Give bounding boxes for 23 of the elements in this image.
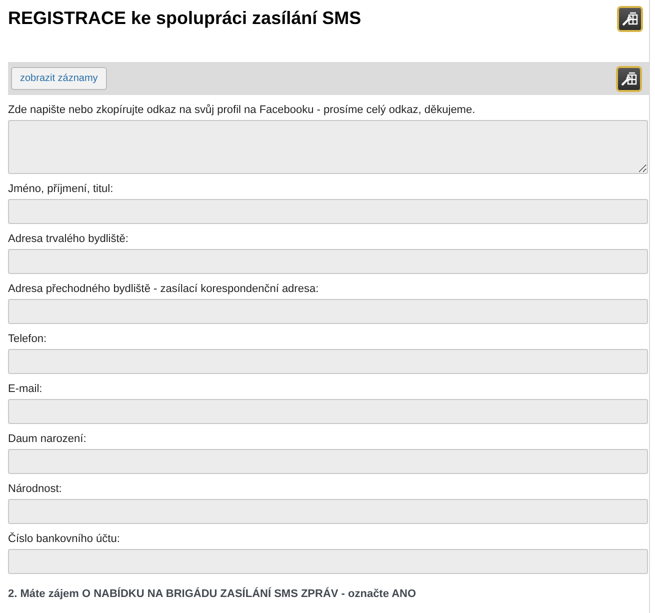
show-records-button[interactable]: zobrazit záznamy bbox=[11, 67, 107, 90]
input-field[interactable] bbox=[8, 199, 648, 224]
field-label: Daum narození: bbox=[8, 433, 88, 446]
field-label: Telefon: bbox=[8, 333, 48, 346]
field-label: Adresa přechodného bydliště - zasílací korespondenční adresa: bbox=[8, 283, 320, 296]
field-label: Zde napište nebo zkopírujte odkaz na svůj profil na Facebooku - prosíme celý odkaz, děkujeme. bbox=[8, 104, 476, 117]
input-field[interactable] bbox=[8, 349, 648, 374]
field-label: Adresa trvalého bydliště: bbox=[8, 233, 130, 246]
tools-button[interactable] bbox=[616, 66, 642, 92]
text-area[interactable] bbox=[8, 120, 648, 174]
input-field[interactable] bbox=[8, 549, 648, 574]
input-field[interactable] bbox=[8, 499, 648, 524]
input-field[interactable] bbox=[8, 399, 648, 424]
field-label: Národnost: bbox=[8, 483, 63, 496]
section-heading: 2. Máte zájem O NABÍDKU NA BRIGÁDU ZASÍLÁNÍ SMS ZPRÁV - označte ANO bbox=[8, 588, 418, 601]
input-field[interactable] bbox=[8, 299, 648, 324]
field-label: Jméno, příjmení, titul: bbox=[8, 183, 114, 196]
tools-button[interactable] bbox=[617, 6, 643, 32]
page-title: REGISTRACE ke spolupráci zasílání SMS bbox=[8, 8, 362, 29]
field-label: Číslo bankovního účtu: bbox=[8, 533, 121, 546]
input-field[interactable] bbox=[8, 249, 648, 274]
input-field[interactable] bbox=[8, 449, 648, 474]
field-label: E-mail: bbox=[8, 383, 44, 396]
